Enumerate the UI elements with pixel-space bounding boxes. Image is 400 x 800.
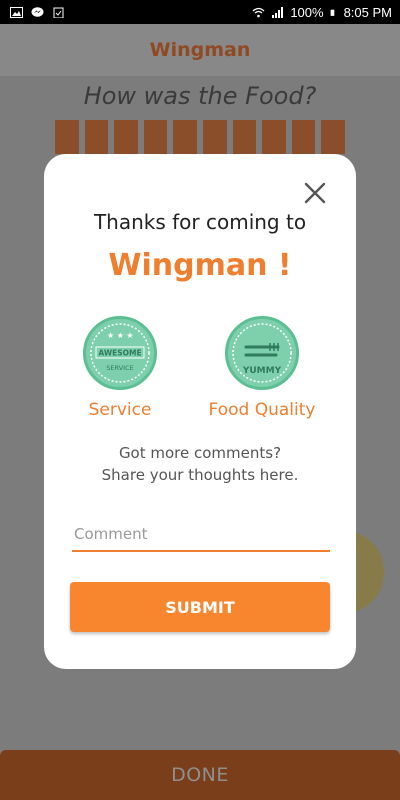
comment-input[interactable] xyxy=(72,518,330,552)
close-icon[interactable] xyxy=(302,180,328,206)
rating-bar xyxy=(321,120,345,154)
signal-icon xyxy=(272,6,284,18)
yummy-stamp-icon: YUMMY xyxy=(225,316,299,390)
svg-text:AWESOME: AWESOME xyxy=(98,349,141,358)
rating-bar xyxy=(143,120,168,154)
notification-icons xyxy=(10,6,65,18)
rating-bar xyxy=(114,120,138,154)
rating-bar xyxy=(232,120,257,154)
comments-prompt: Got more comments? Share your thoughts h… xyxy=(44,442,356,486)
svg-text:★ ★ ★: ★ ★ ★ xyxy=(107,331,134,340)
rating-bar xyxy=(202,120,227,154)
clock: 8:05 PM xyxy=(343,4,392,20)
rating-bar xyxy=(55,120,79,154)
stars-icon: ★ ★ ★ AWESOME SERVICE xyxy=(90,323,150,383)
food-quality-badge[interactable]: YUMMY Food Quality xyxy=(202,316,322,420)
service-label: Service xyxy=(88,400,152,420)
status-bar: 100% 8:05 PM xyxy=(0,0,400,24)
rating-bars xyxy=(55,120,345,154)
thanks-text: Thanks for coming to xyxy=(93,210,307,234)
svg-text:SERVICE: SERVICE xyxy=(106,364,133,372)
image-icon xyxy=(10,6,23,18)
battery-icon xyxy=(330,9,334,16)
svg-text:YUMMY: YUMMY xyxy=(242,366,282,376)
app-title: Wingman xyxy=(149,39,251,61)
comments-prompt-line1: Got more comments? xyxy=(118,444,282,462)
rating-bar xyxy=(84,120,109,154)
awesome-service-stamp-icon: ★ ★ ★ AWESOME SERVICE xyxy=(83,316,157,390)
done-button[interactable]: DONE xyxy=(0,750,400,800)
clipboard-icon xyxy=(53,7,64,18)
feedback-modal: Thanks for coming to Wingman ! ★ ★ ★ AWE… xyxy=(44,154,356,669)
battery-percent: 100% xyxy=(290,4,324,20)
fork-knife-icon: YUMMY xyxy=(232,323,292,383)
rating-bar xyxy=(291,120,316,154)
food-quality-label: Food Quality xyxy=(208,400,316,420)
system-status: 100% 8:05 PM xyxy=(252,5,392,20)
rating-bar xyxy=(262,120,286,154)
wifi-icon xyxy=(252,7,265,17)
brand-name: Wingman ! xyxy=(108,248,292,283)
rating-question: How was the Food? xyxy=(83,82,317,110)
done-label: DONE xyxy=(171,764,229,786)
comments-prompt-line2: Share your thoughts here. xyxy=(101,466,299,484)
messenger-icon xyxy=(31,6,44,17)
submit-button[interactable]: SUBMIT xyxy=(70,582,330,632)
service-badge[interactable]: ★ ★ ★ AWESOME SERVICE Service xyxy=(60,316,180,420)
app-header: Wingman xyxy=(0,24,400,76)
rating-bar xyxy=(173,120,197,154)
